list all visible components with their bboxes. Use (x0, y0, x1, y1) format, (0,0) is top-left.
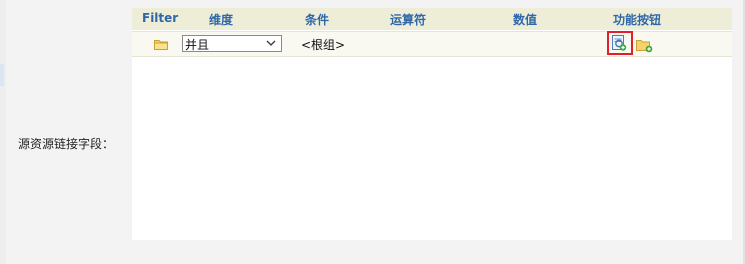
column-header-operator: 运算符 (390, 13, 427, 27)
folder-icon (154, 40, 168, 50)
left-selection-marker (0, 64, 4, 86)
left-strip (0, 0, 6, 264)
condition-root-group: <根组> (301, 38, 346, 52)
edit-condition-icon[interactable] (611, 35, 627, 51)
table-row[interactable]: 并且 <根组> (132, 31, 732, 57)
column-header-actions: 功能按钮 (613, 13, 662, 27)
column-header-filter: Filter (142, 11, 179, 25)
column-header-condition: 条件 (305, 13, 330, 27)
filter-grid: Filter 维度 条件 运算符 数值 功能按钮 并且 <根组> (132, 8, 732, 240)
column-header-dimension: 维度 (209, 13, 234, 27)
add-folder-icon[interactable] (636, 38, 653, 53)
logic-operator-select[interactable]: 并且 (182, 35, 282, 52)
grid-header: Filter 维度 条件 运算符 数值 功能按钮 (132, 8, 732, 30)
source-link-field-label: 源资源链接字段： (18, 137, 115, 151)
logic-operator-value: 并且 (185, 38, 210, 52)
column-header-value: 数值 (513, 13, 538, 27)
chevron-down-icon (266, 40, 276, 46)
